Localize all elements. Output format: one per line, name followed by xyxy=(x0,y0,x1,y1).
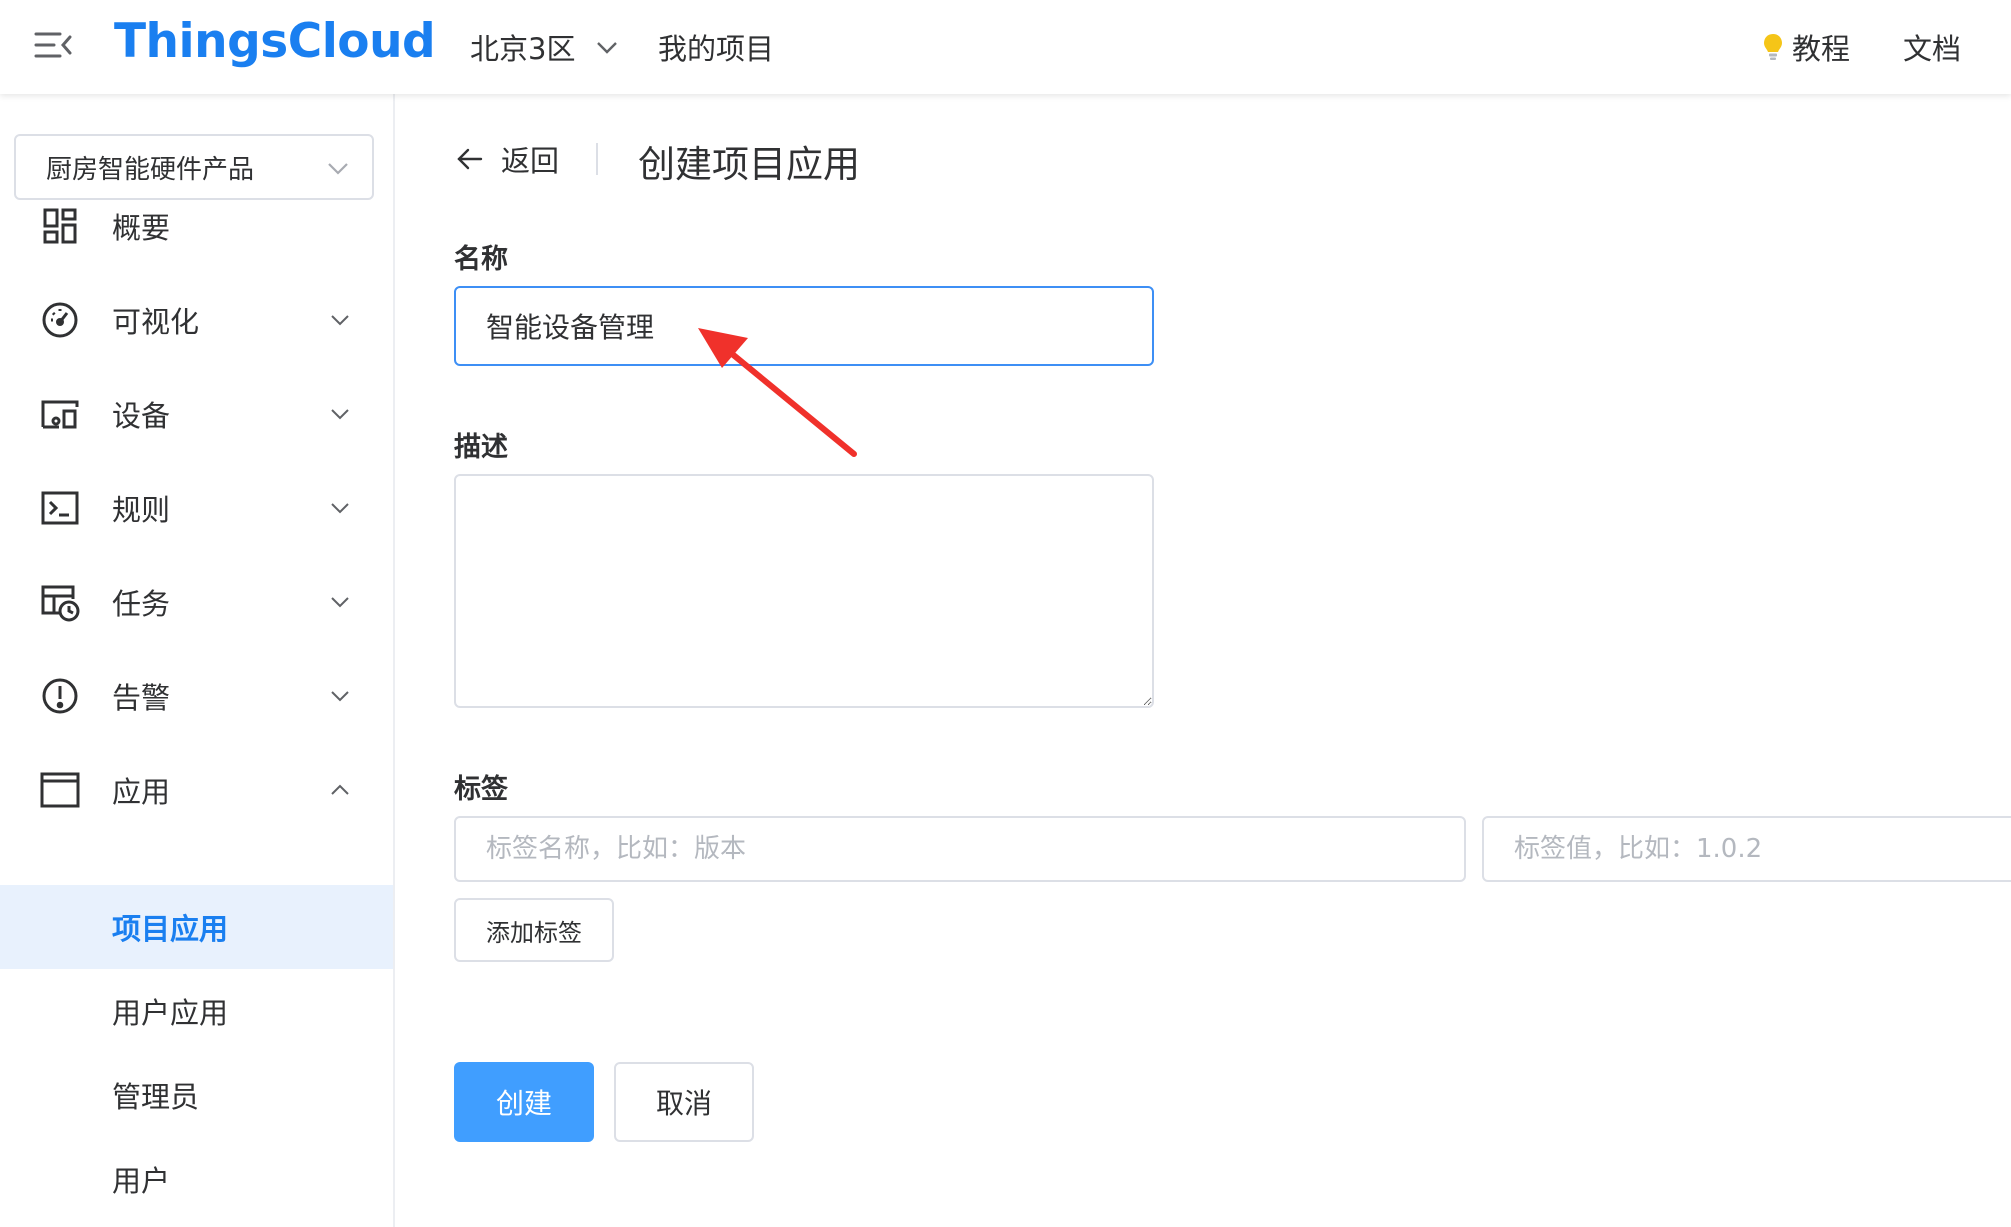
my-projects-link[interactable]: 我的项目 xyxy=(658,26,774,68)
sidebar-subitem-user-apps[interactable]: 用户应用 xyxy=(0,969,393,1053)
sidebar-item-label: 规则 xyxy=(112,493,171,527)
description-textarea[interactable] xyxy=(454,474,1154,708)
sidebar-item-label: 任务 xyxy=(112,587,171,621)
sidebar-item-label: 概要 xyxy=(112,211,171,245)
gauge-icon xyxy=(39,299,81,341)
project-selector-label: 厨房智能硬件产品 xyxy=(46,154,255,185)
add-tag-button[interactable]: 添加标签 xyxy=(454,898,614,962)
back-button[interactable]: 返回 xyxy=(455,138,559,180)
name-input[interactable] xyxy=(454,286,1154,366)
sidebar-item-label: 设备 xyxy=(112,399,171,433)
top-bar: ThingsCloud 北京3区 我的项目 教程 文档 xyxy=(0,0,2011,94)
sidebar-subitem-label: 项目应用 xyxy=(112,912,229,946)
sidebar-item-rules[interactable]: 规则 xyxy=(0,473,395,543)
chevron-down-icon xyxy=(331,315,349,326)
chevron-down-icon xyxy=(328,163,348,175)
region-label: 北京3区 xyxy=(470,32,576,66)
tag-value-input[interactable] xyxy=(1482,816,2011,882)
chevron-down-icon xyxy=(331,503,349,514)
sidebar: 厨房智能硬件产品 概要 可视化 设备 规则 任务 告警 应用 项目应用 用户应用… xyxy=(0,94,395,1227)
sidebar-subitem-label: 用户应用 xyxy=(112,996,229,1030)
chevron-up-icon xyxy=(331,784,349,795)
sidebar-item-tasks[interactable]: 任务 xyxy=(0,567,395,637)
arrow-left-icon xyxy=(457,148,483,170)
description-label: 描述 xyxy=(454,432,508,463)
tag-name-input[interactable] xyxy=(454,816,1466,882)
sidebar-item-label: 应用 xyxy=(112,775,171,809)
cancel-button[interactable]: 取消 xyxy=(614,1062,754,1142)
tutorial-link[interactable]: 教程 xyxy=(1762,26,1850,68)
sidebar-subitem-admins[interactable]: 管理员 xyxy=(0,1053,393,1137)
calendar-clock-icon xyxy=(39,581,81,623)
sidebar-subitem-label: 用户 xyxy=(112,1164,171,1198)
chevron-down-icon xyxy=(331,597,349,608)
sidebar-item-apps[interactable]: 应用 xyxy=(0,755,395,825)
header-divider xyxy=(596,143,598,175)
sidebar-item-visualization[interactable]: 可视化 xyxy=(0,285,395,355)
device-icon xyxy=(39,393,81,435)
sidebar-item-overview[interactable]: 概要 xyxy=(0,191,395,261)
sidebar-item-label: 告警 xyxy=(112,681,171,715)
menu-collapse-icon[interactable] xyxy=(34,28,74,62)
logo[interactable]: ThingsCloud xyxy=(114,14,436,69)
sidebar-item-alerts[interactable]: 告警 xyxy=(0,661,395,731)
create-button[interactable]: 创建 xyxy=(454,1062,594,1142)
sidebar-subitem-label: 管理员 xyxy=(112,1080,200,1114)
sidebar-subitem-users[interactable]: 用户 xyxy=(0,1137,393,1221)
alert-circle-icon xyxy=(39,675,81,717)
back-label: 返回 xyxy=(501,144,560,178)
tags-label: 标签 xyxy=(454,774,508,805)
terminal-icon xyxy=(39,487,81,529)
dashboard-grid-icon xyxy=(39,205,81,247)
window-icon xyxy=(39,769,81,811)
chevron-down-icon xyxy=(597,42,618,54)
docs-link[interactable]: 文档 xyxy=(1903,26,1961,68)
chevron-down-icon xyxy=(331,409,349,420)
page-title: 创建项目应用 xyxy=(638,143,860,186)
chevron-down-icon xyxy=(331,691,349,702)
sidebar-item-devices[interactable]: 设备 xyxy=(0,379,395,449)
lightbulb-icon xyxy=(1764,34,1782,60)
name-label: 名称 xyxy=(454,244,508,275)
sidebar-subitem-project-apps[interactable]: 项目应用 xyxy=(0,885,393,969)
tutorial-label: 教程 xyxy=(1792,32,1851,66)
region-selector[interactable]: 北京3区 xyxy=(470,26,619,68)
sidebar-item-label: 可视化 xyxy=(112,305,200,339)
